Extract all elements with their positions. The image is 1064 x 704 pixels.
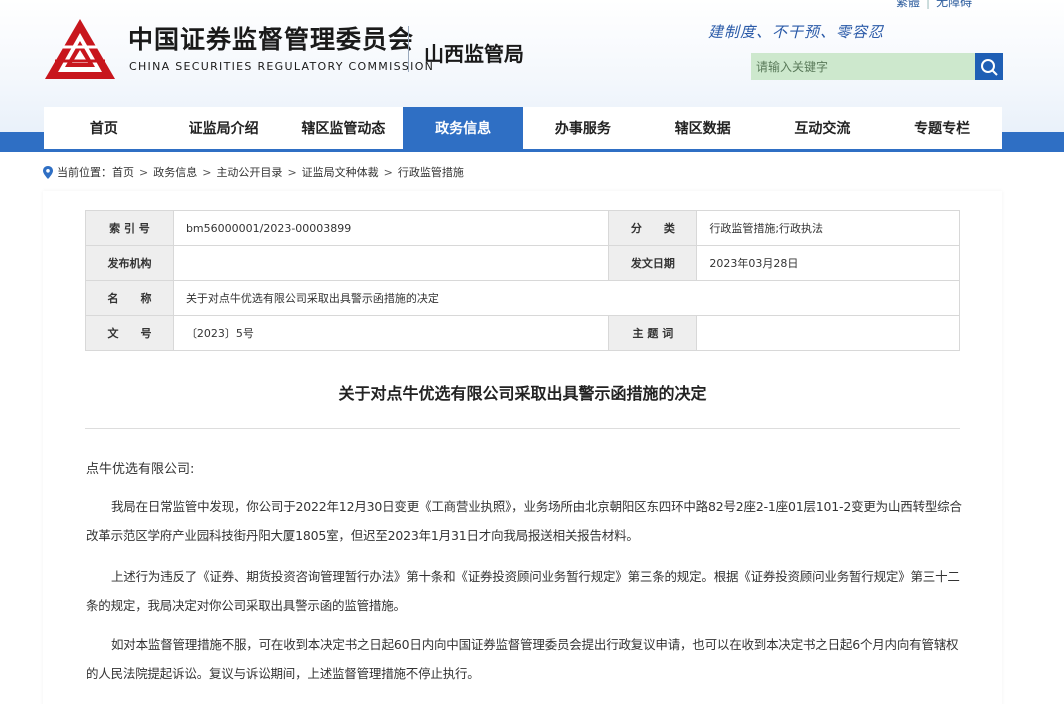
csrc-logo-icon[interactable] bbox=[43, 17, 117, 81]
top-links-separator: | bbox=[926, 0, 931, 9]
search-icon bbox=[981, 58, 998, 76]
breadcrumb-public-catalog[interactable]: 主动公开目录 bbox=[216, 164, 282, 180]
breadcrumb-doc-types[interactable]: 证监局文种体裁 bbox=[302, 164, 379, 180]
main-nav: 首页 证监局介绍 辖区监管动态 政务信息 办事服务 辖区数据 互动交流 专题专栏 bbox=[44, 107, 1002, 152]
nav-item-special-topics[interactable]: 专题专栏 bbox=[882, 107, 1002, 149]
breadcrumb: 当前位置： 首页 > 政务信息 > 主动公开目录 > 证监局文种体裁 > 行政监… bbox=[43, 164, 464, 180]
search-input[interactable] bbox=[751, 53, 976, 80]
table-row: 索 引 号 bm56000001/2023-00003899 分 类 行政监管措… bbox=[85, 210, 960, 246]
keywords-value bbox=[696, 315, 960, 351]
nav-item-bureau-intro[interactable]: 证监局介绍 bbox=[164, 107, 284, 149]
document-paragraph: 如对本监督管理措施不服，可在收到本决定书之日起60日内向中国证券监督管理委员会提… bbox=[86, 637, 959, 681]
table-row: 文 号 〔2023〕5号 主 题 词 bbox=[85, 315, 960, 351]
name-value: 关于对点牛优选有限公司采取出具警示函措施的决定 bbox=[172, 280, 961, 316]
location-pin-icon bbox=[43, 165, 53, 179]
bureau-name: 山西监管局 bbox=[424, 42, 524, 66]
category-label: 分 类 bbox=[608, 210, 698, 246]
index-value: bm56000001/2023-00003899 bbox=[172, 210, 610, 246]
title-divider-line bbox=[85, 428, 960, 429]
date-value: 2023年03月28日 bbox=[696, 245, 960, 281]
keywords-label: 主 题 词 bbox=[608, 315, 698, 351]
slogan: 建制度、不干预、零容忍 bbox=[708, 23, 885, 41]
docno-label: 文 号 bbox=[85, 315, 174, 351]
breadcrumb-separator: > bbox=[202, 165, 212, 179]
site-title-cn[interactable]: 中国证券监督管理委员会 bbox=[128, 20, 414, 56]
document-title: 关于对点牛优选有限公司采取出具警示函措施的决定 bbox=[338, 384, 707, 403]
name-label: 名 称 bbox=[85, 280, 174, 316]
accessibility-link[interactable]: 无障碍 bbox=[936, 0, 972, 9]
document-meta-table: 索 引 号 bm56000001/2023-00003899 分 类 行政监管措… bbox=[85, 210, 961, 351]
nav-item-government-info[interactable]: 政务信息 bbox=[403, 107, 523, 149]
traditional-chinese-link[interactable]: 繁體 bbox=[896, 0, 920, 9]
title-divider bbox=[408, 26, 409, 72]
table-row: 发布机构 发文日期 2023年03月28日 bbox=[85, 245, 960, 281]
category-value: 行政监管措施;行政执法 bbox=[696, 210, 960, 246]
search-button[interactable] bbox=[975, 53, 1003, 80]
breadcrumb-separator: > bbox=[383, 165, 393, 179]
index-label: 索 引 号 bbox=[85, 210, 174, 246]
nav-side-band-right bbox=[1002, 132, 1064, 152]
nav-item-regional-supervision[interactable]: 辖区监管动态 bbox=[284, 107, 404, 149]
breadcrumb-prefix: 当前位置： bbox=[57, 166, 112, 179]
nav-side-band-left bbox=[0, 132, 44, 152]
breadcrumb-home[interactable]: 首页 bbox=[112, 164, 134, 180]
nav-item-home[interactable]: 首页 bbox=[44, 107, 164, 149]
date-label: 发文日期 bbox=[608, 245, 698, 281]
site-title-en: CHINA SECURITIES REGULATORY COMMISSION bbox=[129, 60, 435, 73]
docno-value: 〔2023〕5号 bbox=[172, 315, 610, 351]
document-paragraph: 我局在日常监管中发现，你公司于2022年12月30日变更《工商营业执照》，业务场… bbox=[86, 499, 962, 543]
nav-item-services[interactable]: 办事服务 bbox=[523, 107, 643, 149]
top-links: 繁體 | 无障碍 bbox=[896, 0, 972, 10]
document-paragraph: 上述行为违反了《证券、期货投资咨询管理暂行办法》第十条和《证券投资顾问业务暂行规… bbox=[86, 569, 960, 613]
breadcrumb-government-info[interactable]: 政务信息 bbox=[153, 164, 197, 180]
breadcrumb-separator: > bbox=[287, 165, 297, 179]
publisher-value bbox=[172, 245, 610, 281]
nav-item-regional-data[interactable]: 辖区数据 bbox=[643, 107, 763, 149]
publisher-label: 发布机构 bbox=[85, 245, 174, 281]
breadcrumb-separator: > bbox=[139, 165, 149, 179]
table-row: 名 称 关于对点牛优选有限公司采取出具警示函措施的决定 bbox=[85, 280, 961, 316]
document-salutation: 点牛优选有限公司: bbox=[86, 462, 195, 477]
nav-item-interaction[interactable]: 互动交流 bbox=[763, 107, 883, 149]
breadcrumb-admin-measures[interactable]: 行政监管措施 bbox=[398, 164, 464, 180]
